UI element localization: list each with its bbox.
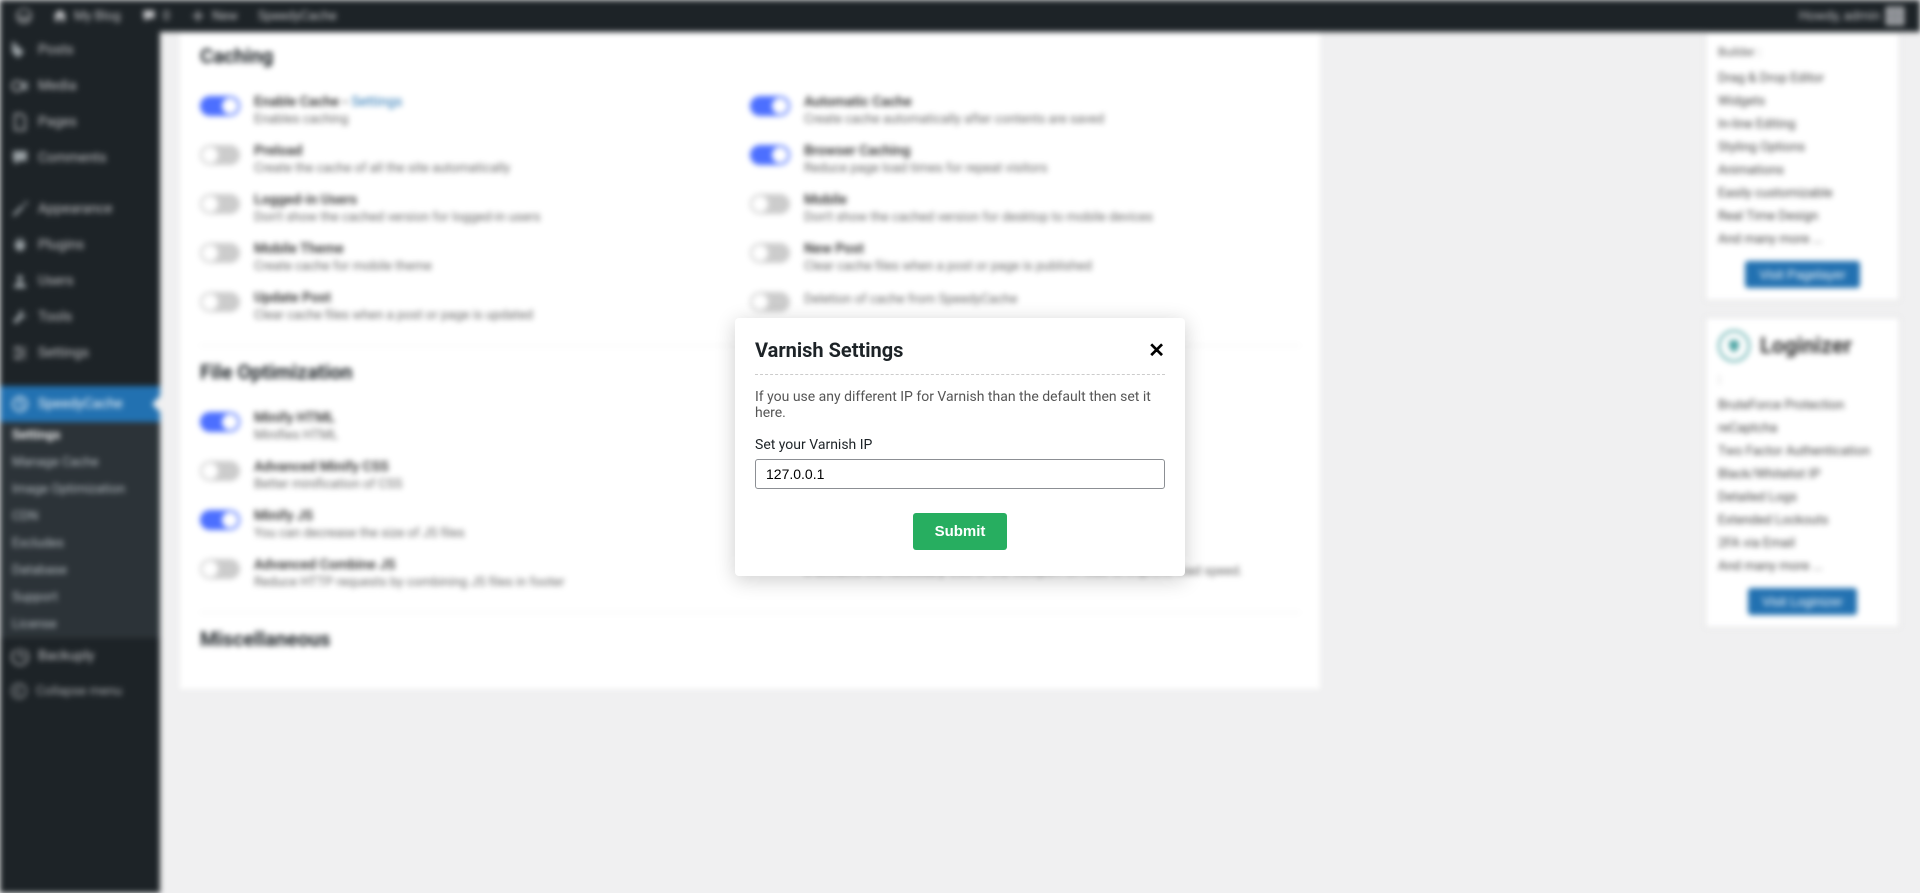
modal-hint: If you use any different IP for Varnish … [755, 389, 1165, 421]
modal-backdrop: Varnish Settings ✕ If you use any differ… [0, 0, 1920, 893]
submit-button[interactable]: Submit [913, 513, 1008, 550]
close-icon[interactable]: ✕ [1148, 338, 1165, 362]
modal-title: Varnish Settings [755, 338, 903, 362]
varnish-settings-modal: Varnish Settings ✕ If you use any differ… [735, 318, 1185, 576]
varnish-ip-input[interactable] [755, 459, 1165, 489]
varnish-ip-label: Set your Varnish IP [755, 437, 1165, 453]
